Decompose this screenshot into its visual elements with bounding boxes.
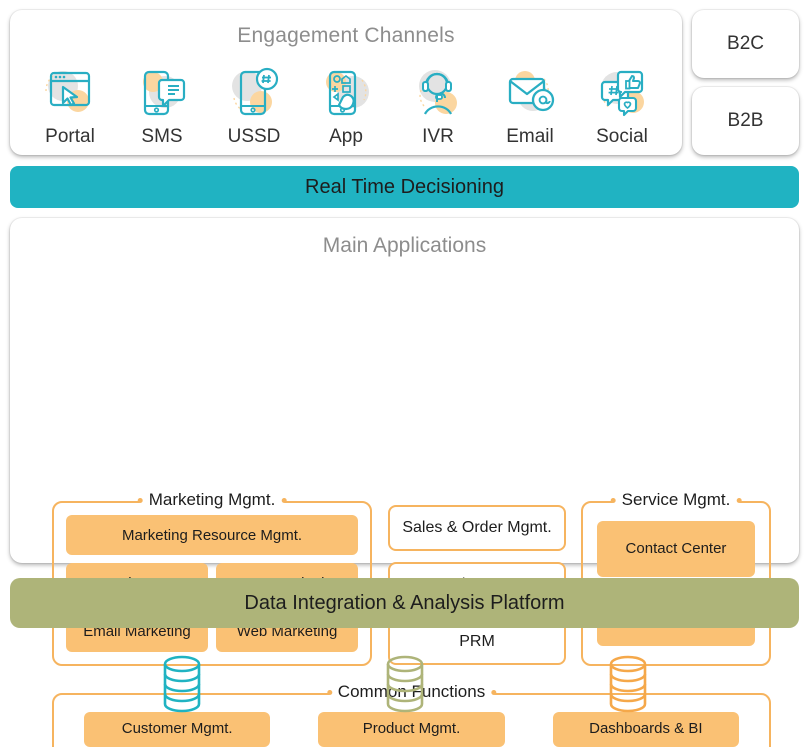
- architecture-diagram: Engagement Channels Portal SMS USSD App …: [0, 0, 809, 747]
- segment-label: B2C: [727, 33, 764, 54]
- phone-chat-bubble-icon: [122, 62, 202, 124]
- engagement-row: Engagement Channels Portal SMS USSD App …: [10, 10, 799, 155]
- data-source-olive[interactable]: [360, 646, 450, 726]
- browser-window-cursor-icon: [30, 62, 110, 124]
- channel-social[interactable]: Social: [582, 62, 662, 148]
- headset-agent-icon: [398, 62, 478, 124]
- phone-apps-tap-icon: [306, 62, 386, 124]
- data-platform-label: Data Integration & Analysis Platform: [244, 591, 565, 614]
- channel-label: Email: [506, 126, 554, 147]
- envelope-at-icon: [490, 62, 570, 124]
- channel-portal[interactable]: Portal: [30, 62, 110, 148]
- channel-email[interactable]: Email: [490, 62, 570, 148]
- channel-label: SMS: [141, 126, 183, 147]
- channel-label: Social: [596, 126, 648, 147]
- tile-contact-center[interactable]: Contact Center: [597, 521, 755, 577]
- data-sources-row: [10, 636, 799, 736]
- segment-b2c[interactable]: B2C: [692, 10, 799, 78]
- channel-label: App: [329, 126, 363, 147]
- tile-sales-order-mgmt[interactable]: Sales & Order Mgmt.: [388, 505, 566, 551]
- tile-marketing-resource-mgmt[interactable]: Marketing Resource Mgmt.: [66, 515, 358, 556]
- database-stack-icon: [163, 655, 200, 713]
- group-marketing-mgmt-label: Marketing Mgmt.: [137, 490, 286, 510]
- channel-list: Portal SMS USSD App IVR Email Social: [10, 48, 682, 148]
- real-time-decisioning-bar[interactable]: Real Time Decisioning: [10, 166, 799, 208]
- data-source-orange[interactable]: [583, 646, 673, 726]
- real-time-decisioning-label: Real Time Decisioning: [305, 175, 504, 198]
- channel-label: USSD: [227, 126, 281, 147]
- marketing-mgmt-row: Marketing Resource Mgmt.: [66, 515, 358, 556]
- engagement-channels-card: Engagement Channels Portal SMS USSD App …: [10, 10, 682, 155]
- channel-ussd[interactable]: USSD: [214, 62, 294, 148]
- channel-label: Portal: [45, 126, 95, 147]
- engagement-channels-title: Engagement Channels: [237, 24, 455, 47]
- channel-ivr[interactable]: IVR: [398, 62, 478, 148]
- social-thumbsup-hash-icon: [582, 62, 662, 124]
- channel-app[interactable]: App: [306, 62, 386, 148]
- group-service-mgmt-label: Service Mgmt.: [610, 490, 741, 510]
- channel-label: IVR: [422, 126, 454, 147]
- segment-label: B2B: [727, 110, 764, 131]
- segment-b2b[interactable]: B2B: [692, 87, 799, 155]
- data-source-teal[interactable]: [137, 646, 227, 726]
- main-applications-title: Main Applications: [322, 234, 487, 257]
- segment-column: B2C B2B: [692, 10, 799, 155]
- database-stack-icon: [386, 655, 423, 713]
- phone-hash-icon: [214, 62, 294, 124]
- database-stack-icon: [609, 655, 646, 713]
- data-platform-bar[interactable]: Data Integration & Analysis Platform: [10, 578, 799, 628]
- channel-sms[interactable]: SMS: [122, 62, 202, 148]
- main-applications-card: Main Applications Marketing Mgmt. Market…: [10, 218, 799, 747]
